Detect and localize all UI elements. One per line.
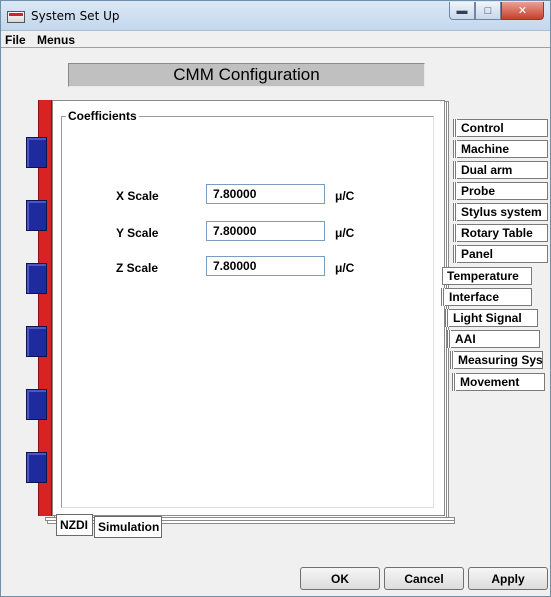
y-scale-input[interactable] [206, 221, 325, 241]
menu-file[interactable]: File [5, 33, 26, 47]
tab-panel[interactable]: Panel [453, 245, 548, 263]
binder-ring [26, 326, 47, 357]
minimize-icon: ▬ [456, 4, 468, 17]
tab-control[interactable]: Control [453, 119, 548, 137]
binder-ring [26, 263, 47, 294]
minimize-button[interactable]: ▬ [449, 2, 475, 20]
tab-rotary-table[interactable]: Rotary Table [453, 224, 548, 242]
z-scale-input[interactable] [206, 256, 325, 276]
tab-light-signal[interactable]: Light Signal [445, 309, 538, 327]
apply-button[interactable]: Apply [468, 567, 548, 590]
z-scale-label: Z Scale [116, 261, 159, 275]
tab-dual-arm[interactable]: Dual arm [453, 161, 548, 179]
coefficients-group [61, 116, 434, 508]
tab-nzdi[interactable]: NZDI [56, 514, 93, 536]
tab-temperature[interactable]: Temperature [442, 267, 532, 285]
close-icon: ✕ [517, 5, 528, 17]
tab-simulation[interactable]: Simulation [94, 516, 162, 538]
y-scale-label: Y Scale [116, 226, 159, 240]
tab-probe[interactable]: Probe [453, 182, 548, 200]
tab-machine[interactable]: Machine [453, 140, 548, 158]
x-scale-unit: μ/C [335, 189, 355, 203]
window-title: System Set Up [31, 9, 120, 23]
tab-movement[interactable]: Movement [452, 373, 545, 391]
close-button[interactable]: ✕ [501, 2, 544, 20]
z-scale-unit: μ/C [335, 261, 355, 275]
tab-interface[interactable]: Interface [441, 288, 532, 306]
menu-bar: File Menus [1, 31, 550, 48]
system-setup-window: System Set Up ▬ □ ✕ File Menus CMM Confi… [0, 0, 551, 597]
page-title: CMM Configuration [68, 63, 425, 87]
app-icon [7, 11, 25, 23]
group-title: Coefficients [66, 109, 139, 123]
binder-ring [26, 452, 47, 483]
cancel-button[interactable]: Cancel [384, 567, 464, 590]
binder-ring [26, 137, 47, 168]
ok-button[interactable]: OK [300, 567, 380, 590]
binder-ring [26, 200, 47, 231]
maximize-button[interactable]: □ [475, 2, 501, 20]
maximize-icon: □ [484, 4, 492, 17]
x-scale-label: X Scale [116, 189, 159, 203]
title-bar[interactable]: System Set Up ▬ □ ✕ [1, 1, 550, 31]
y-scale-unit: μ/C [335, 226, 355, 240]
tab-stylus-system[interactable]: Stylus system [453, 203, 548, 221]
tab-measuring-sys[interactable]: Measuring Sys [450, 351, 543, 369]
menu-menus[interactable]: Menus [37, 33, 75, 47]
x-scale-input[interactable] [206, 184, 325, 204]
binder-ring [26, 389, 47, 420]
tab-aai[interactable]: AAI [447, 330, 540, 348]
window-controls: ▬ □ ✕ [449, 2, 544, 21]
